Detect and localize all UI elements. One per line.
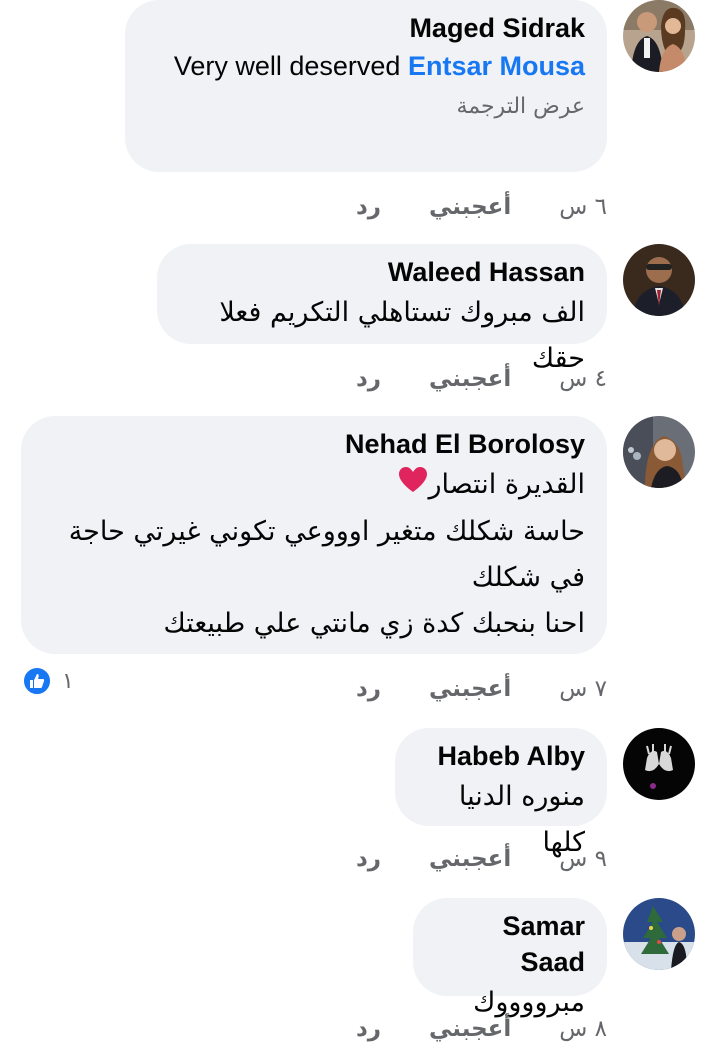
timestamp[interactable]: ٩ س xyxy=(559,844,607,874)
comment-text-line: القديرة انتصار xyxy=(43,462,585,509)
like-button[interactable]: أعجبني xyxy=(429,364,511,394)
mention-link[interactable]: Entsar Mousa xyxy=(408,51,585,81)
comment-actions: ٧ س أعجبني رد xyxy=(356,674,607,704)
avatar[interactable] xyxy=(623,244,695,316)
comment-bubble: Samar Saad مبرووووك xyxy=(413,898,607,1018)
comment-text-line-3: في شكلك xyxy=(471,561,585,593)
reaction-count: ١ xyxy=(62,668,74,694)
timestamp[interactable]: ٦ س xyxy=(559,192,607,222)
comment-text-prefix: Very well deserved xyxy=(173,51,408,81)
see-translation-link[interactable]: عرض الترجمة xyxy=(147,90,585,124)
timestamp[interactable]: ٧ س xyxy=(559,674,607,704)
reply-button[interactable]: رد xyxy=(356,364,381,394)
comment-text-line-4: احنا بنحبك كدة زي مانتي علي طبيعتك xyxy=(163,607,585,639)
like-button[interactable]: أعجبني xyxy=(429,674,511,704)
comment-bubble: Maged Sidrak Very well deserved Entsar M… xyxy=(125,0,607,172)
comment-actions: ٨ س أعجبني رد xyxy=(356,1014,607,1044)
comment-text-line-1: القديرة انتصار xyxy=(428,469,585,500)
author-name[interactable]: Samar Saad xyxy=(435,908,585,980)
author-name[interactable]: Nehad El Borolosy xyxy=(43,426,585,462)
avatar[interactable] xyxy=(623,0,695,72)
author-name[interactable]: Waleed Hassan xyxy=(179,254,585,290)
timestamp[interactable]: ٤ س xyxy=(559,364,607,394)
comment-text-line-2: حاسة شكلك متغير اوووعي تكوني غيرتي حاجة xyxy=(68,515,585,547)
author-name[interactable]: Maged Sidrak xyxy=(147,10,585,46)
like-button[interactable]: أعجبني xyxy=(429,844,511,874)
comment-text: Very well deserved Entsar Mousa xyxy=(147,46,585,86)
comment-actions: ٦ س أعجبني رد xyxy=(356,192,607,222)
comment-actions: ٩ س أعجبني رد xyxy=(356,844,607,874)
timestamp[interactable]: ٨ س xyxy=(559,1014,607,1044)
reply-button[interactable]: رد xyxy=(356,1014,381,1044)
comment-thread: Maged Sidrak Very well deserved Entsar M… xyxy=(0,0,717,1055)
comment-bubble: Waleed Hassan الف مبروك تستاهلي التكريم … xyxy=(157,244,607,374)
reply-button[interactable]: رد xyxy=(356,674,381,704)
avatar[interactable] xyxy=(623,728,695,800)
reaction-summary[interactable]: ١ xyxy=(22,666,74,696)
reply-button[interactable]: رد xyxy=(356,192,381,222)
avatar[interactable] xyxy=(623,416,695,488)
thumbs-up-icon xyxy=(22,666,52,696)
comment-actions: ٤ س أعجبني رد xyxy=(356,364,607,394)
comment-bubble: Habeb Alby منوره الدنيا كلها xyxy=(395,728,607,858)
like-button[interactable]: أعجبني xyxy=(429,192,511,222)
like-button[interactable]: أعجبني xyxy=(429,1014,511,1044)
author-name[interactable]: Habeb Alby xyxy=(417,738,585,774)
comment-bubble: Nehad El Borolosy القديرة انتصار حاسة شك… xyxy=(21,416,607,654)
heart-icon xyxy=(398,463,428,509)
reply-button[interactable]: رد xyxy=(356,844,381,874)
avatar[interactable] xyxy=(623,898,695,970)
